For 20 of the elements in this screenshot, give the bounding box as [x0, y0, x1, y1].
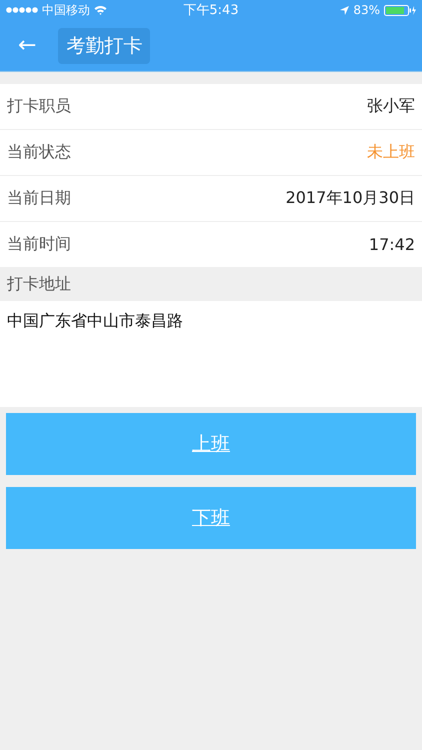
signal-icon [6, 7, 38, 13]
field-label: 当前日期 [7, 188, 71, 209]
carrier-name: 中国移动 [42, 2, 90, 18]
field-label: 当前时间 [7, 234, 71, 255]
field-value: 张小军 [367, 96, 415, 117]
location-arrow-icon [340, 6, 350, 14]
field-label: 打卡职员 [7, 96, 71, 117]
address-text: 中国广东省中山市泰昌路 [7, 311, 183, 330]
page-title: 考勤打卡 [58, 28, 150, 64]
field-value: 2017年10月30日 [286, 188, 415, 209]
field-label: 当前状态 [7, 142, 71, 163]
battery-icon [384, 4, 416, 16]
clock-time: 下午5:43 [183, 2, 239, 19]
wifi-icon [94, 5, 107, 15]
field-value: 未上班 [367, 142, 415, 163]
back-button[interactable]: ← [12, 34, 42, 56]
clock-button[interactable]: 下班 [6, 487, 416, 549]
battery-percent: 83% [353, 3, 380, 17]
clock-button[interactable]: 上班 [6, 413, 416, 475]
field-value: 17:42 [368, 235, 415, 254]
